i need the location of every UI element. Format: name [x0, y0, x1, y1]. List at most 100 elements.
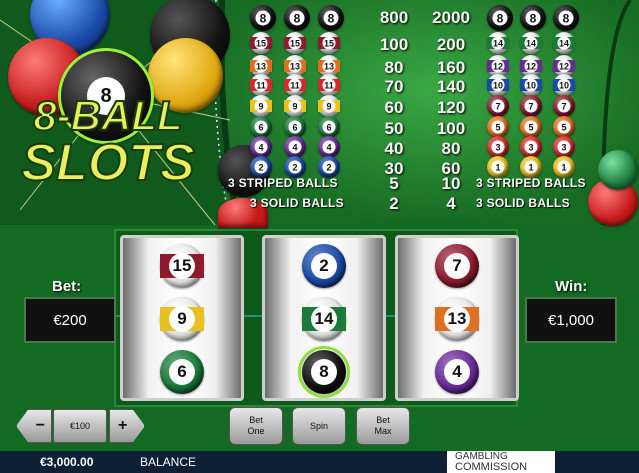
- payout-max-coins: 120: [436, 98, 466, 117]
- combo-striped-left: 3 STRIPED BALLS: [228, 176, 338, 190]
- ball-number: 9: [322, 99, 336, 113]
- ball-number: 14: [311, 306, 337, 332]
- pool-ball-reel-2: 2: [302, 244, 346, 288]
- pool-ball-pay-right-1: 1: [520, 156, 542, 178]
- pool-ball-pay-right-7: 7: [487, 95, 509, 117]
- combo-striped-payout-max: 10: [441, 174, 461, 193]
- combo-solid-left: 3 SOLID BALLS: [250, 196, 344, 210]
- pool-ball-pay-right-3: 3: [520, 136, 542, 158]
- payout-max-coins: 100: [436, 119, 466, 138]
- bet-display: €200: [24, 297, 116, 343]
- bet-one-button[interactable]: Bet One: [229, 407, 283, 445]
- pool-ball-pay-left-8: 8: [318, 5, 344, 31]
- pool-ball-pay-left-15: 15: [318, 32, 340, 54]
- pool-ball-reel-8: 8: [298, 346, 350, 398]
- ball-number: 8: [255, 10, 271, 26]
- pool-ball-pay-right-10: 10: [553, 74, 575, 96]
- ball-number: 3: [524, 140, 538, 154]
- combo-solid-payout-max: 4: [446, 194, 456, 213]
- combo-striped-right: 3 STRIPED BALLS: [476, 176, 586, 190]
- win-display: €1,000: [525, 297, 617, 343]
- spin-label: Spin: [309, 420, 328, 431]
- pool-ball-reel-6: 6: [160, 350, 204, 394]
- pool-ball-pay-right-3: 3: [553, 136, 575, 158]
- payout-max-coins: 200: [436, 35, 466, 54]
- ball-number: 4: [444, 359, 470, 385]
- pool-ball-reel-13: 13: [435, 297, 479, 341]
- pool-ball-pay-right-8: 8: [553, 5, 579, 31]
- ball-number: 7: [557, 99, 571, 113]
- spin-button[interactable]: Spin: [292, 407, 346, 445]
- payout-max-coins: 80: [441, 139, 461, 158]
- ball-number: 13: [254, 59, 268, 73]
- balance-amount: €3,000.00: [40, 455, 94, 469]
- ball-number: 15: [254, 36, 268, 50]
- pool-ball-pay-right-8: 8: [520, 5, 546, 31]
- pool-ball-pay-left-4: 4: [318, 136, 340, 158]
- payout-max-coins: 160: [436, 58, 466, 77]
- pool-ball-pay-right-5: 5: [520, 116, 542, 138]
- game-stage: 8 8-BALL SLOTS 8 8 8 800 2000 8 8 8 15 15 15 100 200…: [0, 0, 639, 473]
- pool-ball-pay-left-15: 15: [284, 32, 306, 54]
- ball-number: 11: [288, 78, 302, 92]
- pool-ball-pay-left-8: 8: [250, 5, 276, 31]
- ball-number: 14: [524, 36, 538, 50]
- decor-green-ball-right: [598, 150, 638, 190]
- ball-number: 6: [169, 359, 195, 385]
- ball-number: 5: [524, 120, 538, 134]
- gambling-commission-logo[interactable]: GAMBLING COMMISSION: [447, 451, 555, 473]
- ball-number: 15: [169, 253, 195, 279]
- ball-number: 13: [288, 59, 302, 73]
- pool-ball-pay-left-6: 6: [318, 116, 340, 138]
- bet-label: Bet:: [52, 278, 82, 295]
- bet-max-button[interactable]: Bet Max: [356, 407, 410, 445]
- ball-number: 1: [557, 160, 571, 174]
- payout-3-coins: 80: [384, 58, 404, 77]
- ball-number: 9: [169, 306, 195, 332]
- logo-title-line1: 8-BALL: [32, 92, 183, 139]
- ball-number: 8: [525, 10, 541, 26]
- balance-bar: €3,000.00 BALANCE GAMBLING COMMISSION: [0, 451, 639, 473]
- ball-number: 8: [289, 10, 305, 26]
- ball-number: 12: [557, 59, 571, 73]
- ball-number: 8: [323, 10, 339, 26]
- payout-3-coins: 70: [384, 77, 404, 96]
- ball-number: 10: [524, 78, 538, 92]
- pool-ball-pay-right-5: 5: [487, 116, 509, 138]
- payout-3-coins: 50: [384, 119, 404, 138]
- ball-number: 1: [491, 160, 505, 174]
- ball-number: 10: [557, 78, 571, 92]
- ball-number: 3: [491, 140, 505, 154]
- pool-ball-pay-left-15: 15: [250, 32, 272, 54]
- pool-ball-pay-left-11: 11: [318, 74, 340, 96]
- pool-ball-reel-14: 14: [302, 297, 346, 341]
- reel-1: 15 9 6: [120, 235, 244, 401]
- ball-number: 14: [491, 36, 505, 50]
- payout-max-coins: 140: [436, 77, 466, 96]
- pool-ball-pay-right-3: 3: [487, 136, 509, 158]
- stake-display: €100: [53, 409, 107, 443]
- ball-number: 6: [288, 120, 302, 134]
- ball-number: 10: [491, 78, 505, 92]
- pool-ball-pay-right-14: 14: [553, 32, 575, 54]
- pool-ball-pay-left-8: 8: [284, 5, 310, 31]
- ball-number: 8: [558, 10, 574, 26]
- ball-number: 14: [557, 36, 571, 50]
- ball-number: 11: [254, 78, 268, 92]
- pool-ball-pay-right-5: 5: [553, 116, 575, 138]
- combo-solid-payout-3: 2: [389, 194, 399, 213]
- pool-ball-pay-right-7: 7: [553, 95, 575, 117]
- pool-ball-reel-15: 15: [160, 244, 204, 288]
- ball-number: 4: [254, 140, 268, 154]
- ball-number: 6: [322, 120, 336, 134]
- win-label: Win:: [555, 278, 588, 295]
- ball-number: 4: [322, 140, 336, 154]
- pool-ball-pay-left-9: 9: [250, 95, 272, 117]
- minus-icon: −: [35, 417, 45, 434]
- pool-ball-reel-7: 7: [435, 244, 479, 288]
- pool-ball-pay-left-11: 11: [250, 74, 272, 96]
- ball-number: 8: [492, 10, 508, 26]
- ball-number: 13: [322, 59, 336, 73]
- payout-3-coins: 100: [379, 35, 409, 54]
- combo-striped-payout-3: 5: [389, 174, 399, 193]
